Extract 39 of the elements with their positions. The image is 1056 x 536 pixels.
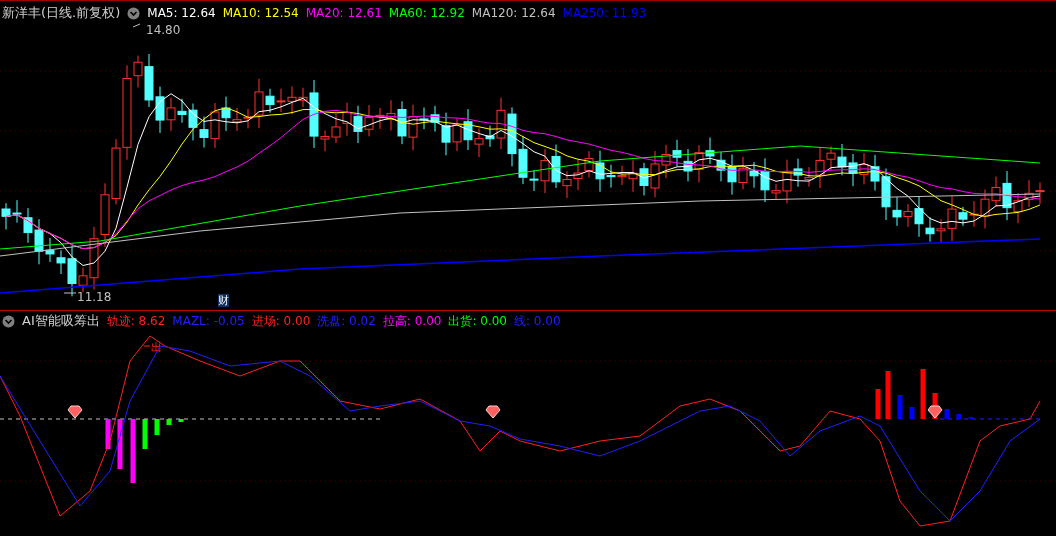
price-label: 14.80 (132, 21, 182, 37)
histogram-bar (105, 419, 111, 449)
indicator-value: MA10: 12.54 (222, 6, 299, 20)
indicator-value: 线: 0.00 (514, 312, 561, 330)
price-label: 11.18 (62, 288, 112, 304)
histogram-bar (154, 419, 160, 435)
histogram-bar (166, 419, 172, 425)
chart-title: 新洋丰(日线.前复权) (2, 4, 121, 22)
histogram-bar (130, 419, 136, 483)
histogram-bar (909, 407, 915, 419)
histogram-bar (117, 419, 123, 469)
indicator-value: MA5: 12.64 (147, 6, 216, 20)
diamond-icon (485, 405, 501, 419)
signal-label: 出 (151, 341, 162, 354)
diamond-icon (67, 405, 83, 419)
histogram-bar (142, 419, 148, 449)
indicator-value: MA20: 12.61 (305, 6, 382, 20)
histogram-bar (956, 414, 962, 419)
histogram-bar (875, 389, 881, 419)
indicator-value: 出货: 0.00 (448, 312, 507, 330)
indicator-title: AI智能吸筹出 (22, 312, 100, 330)
histogram-bar (178, 419, 184, 422)
indicator-value: 轨迹: 8.62 (106, 312, 166, 330)
indicator-value: MAZL: -0.05 (172, 314, 245, 328)
indicator-value: MA60: 12.92 (388, 6, 465, 20)
histogram-bar (885, 371, 891, 419)
event-marker[interactable]: 财 (218, 294, 229, 307)
dropdown-icon[interactable] (2, 314, 15, 328)
dropdown-icon[interactable] (127, 6, 141, 20)
indicator-value: MA120: 12.64 (471, 6, 556, 20)
histogram-bar (897, 395, 903, 419)
leader-line (143, 345, 151, 347)
indicator-value: 进场: 0.00 (251, 312, 311, 330)
histogram-bar (920, 369, 926, 419)
indicator-value: MA250: 11.93 (562, 6, 647, 20)
indicator-value: 拉高: 0.00 (382, 312, 442, 330)
histogram-bar (944, 409, 950, 419)
indicator-value: 洗盘: 0.02 (317, 312, 376, 330)
diamond-icon (927, 405, 943, 419)
